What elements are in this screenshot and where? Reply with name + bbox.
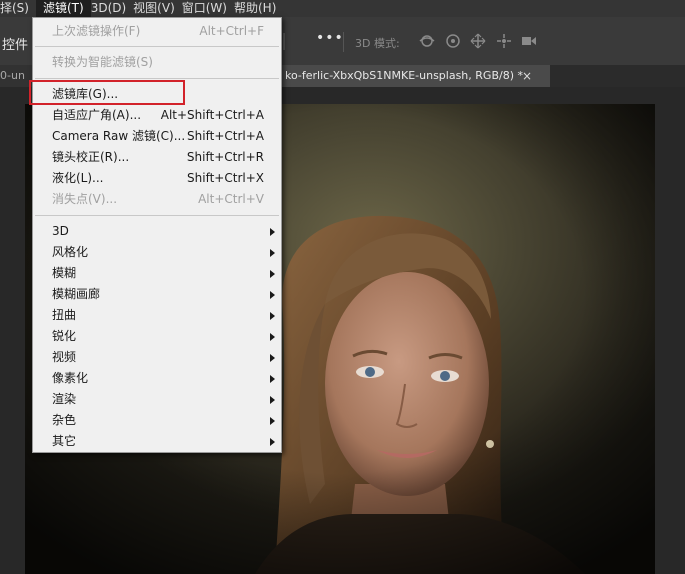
menu-item-shortcut: Alt+Ctrl+F	[199, 24, 264, 38]
menu-item-label: 视频	[52, 350, 77, 364]
submenu-arrow-icon	[270, 270, 275, 278]
menu-window[interactable]: 窗口(W)	[182, 0, 234, 17]
menu-select[interactable]: 择(S)	[0, 0, 36, 17]
menu-item-label: 3D	[52, 224, 69, 238]
menu-separator	[35, 78, 279, 79]
pan-icon[interactable]	[469, 33, 487, 49]
submenu-noise[interactable]: 杂色	[33, 410, 283, 431]
options-divider	[283, 33, 285, 50]
close-tab-icon[interactable]: ×	[522, 69, 532, 83]
menu-item-label: 锐化	[52, 329, 77, 343]
menu-item-shortcut: Alt+Shift+Ctrl+A	[160, 108, 264, 122]
menu-bar: 择(S) 滤镜(T) 3D(D) 视图(V) 窗口(W) 帮助(H)	[0, 0, 685, 17]
menu-help[interactable]: 帮助(H)	[234, 0, 283, 17]
submenu-video[interactable]: 视频	[33, 347, 283, 368]
show-transform-controls-label[interactable]: 控件	[2, 34, 28, 53]
menu-item-label: 杂色	[52, 413, 77, 427]
submenu-pixelate[interactable]: 像素化	[33, 368, 283, 389]
menu-item-shortcut: Alt+Ctrl+V	[198, 192, 264, 206]
slide-icon[interactable]	[495, 33, 513, 49]
menu-item-shortcut: Shift+Ctrl+X	[187, 171, 264, 185]
menu-item-camera-raw[interactable]: Camera Raw 滤镜(C)... Shift+Ctrl+A	[33, 126, 283, 147]
menu-separator	[35, 46, 279, 47]
menu-item-label: 液化(L)...	[52, 171, 104, 185]
menu-item-label: 上次滤镜操作(F)	[52, 24, 141, 38]
submenu-3d[interactable]: 3D	[33, 221, 283, 242]
document-tab-active[interactable]: ko-ferlic-XbxQbS1NMKE-unsplash, RGB/8) *	[260, 65, 550, 87]
submenu-blur-gallery[interactable]: 模糊画廊	[33, 284, 283, 305]
menu-item-label: 转换为智能滤镜(S)	[52, 55, 153, 69]
submenu-arrow-icon	[270, 438, 275, 446]
menu-3d[interactable]: 3D(D)	[91, 0, 133, 17]
menu-item-adaptive-wide-angle[interactable]: 自适应广角(A)... Alt+Shift+Ctrl+A	[33, 105, 283, 126]
menu-item-label: 模糊	[52, 266, 77, 280]
menu-item-last-filter: 上次滤镜操作(F) Alt+Ctrl+F	[33, 21, 283, 42]
menu-item-label: 消失点(V)...	[52, 192, 118, 206]
submenu-arrow-icon	[270, 396, 275, 404]
orbit-icon[interactable]	[418, 33, 436, 49]
submenu-stylize[interactable]: 风格化	[33, 242, 283, 263]
menu-item-label: 风格化	[52, 245, 89, 259]
menu-item-label: 其它	[52, 434, 77, 448]
submenu-distort[interactable]: 扭曲	[33, 305, 283, 326]
submenu-sharpen[interactable]: 锐化	[33, 326, 283, 347]
roll-icon[interactable]	[444, 33, 462, 49]
menu-item-label: 渲染	[52, 392, 77, 406]
submenu-blur[interactable]: 模糊	[33, 263, 283, 284]
menu-separator	[35, 215, 279, 216]
menu-item-label: 扭曲	[52, 308, 77, 322]
more-options-button[interactable]: •••	[316, 30, 344, 46]
camera-zoom-icon[interactable]	[520, 33, 538, 49]
submenu-arrow-icon	[270, 228, 275, 236]
submenu-arrow-icon	[270, 291, 275, 299]
submenu-arrow-icon	[270, 417, 275, 425]
submenu-other[interactable]: 其它	[33, 431, 283, 452]
menu-item-label: 镜头校正(R)...	[52, 150, 130, 164]
menu-item-label: 自适应广角(A)...	[52, 108, 142, 122]
submenu-arrow-icon	[270, 249, 275, 257]
submenu-arrow-icon	[270, 312, 275, 320]
menu-item-shortcut: Shift+Ctrl+A	[187, 129, 264, 143]
menu-item-liquify[interactable]: 液化(L)... Shift+Ctrl+X	[33, 168, 283, 189]
menu-item-label: 像素化	[52, 371, 89, 385]
submenu-arrow-icon	[270, 375, 275, 383]
menu-item-label: 模糊画廊	[52, 287, 101, 301]
3d-mode-label: 3D 模式:	[355, 37, 400, 50]
menu-item-vanishing-point: 消失点(V)... Alt+Ctrl+V	[33, 189, 283, 210]
menu-item-lens-correction[interactable]: 镜头校正(R)... Shift+Ctrl+R	[33, 147, 283, 168]
menu-view[interactable]: 视图(V)	[133, 0, 182, 17]
menu-item-label: Camera Raw 滤镜(C)...	[52, 129, 186, 143]
menu-filter[interactable]: 滤镜(T)	[35, 0, 91, 17]
submenu-render[interactable]: 渲染	[33, 389, 283, 410]
submenu-arrow-icon	[270, 354, 275, 362]
options-divider-2	[343, 32, 344, 52]
submenu-arrow-icon	[270, 333, 275, 341]
highlight-annotation-box	[29, 80, 185, 105]
menu-item-shortcut: Shift+Ctrl+R	[186, 150, 264, 164]
menu-item-convert-smart-filter: 转换为智能滤镜(S)	[33, 52, 283, 73]
